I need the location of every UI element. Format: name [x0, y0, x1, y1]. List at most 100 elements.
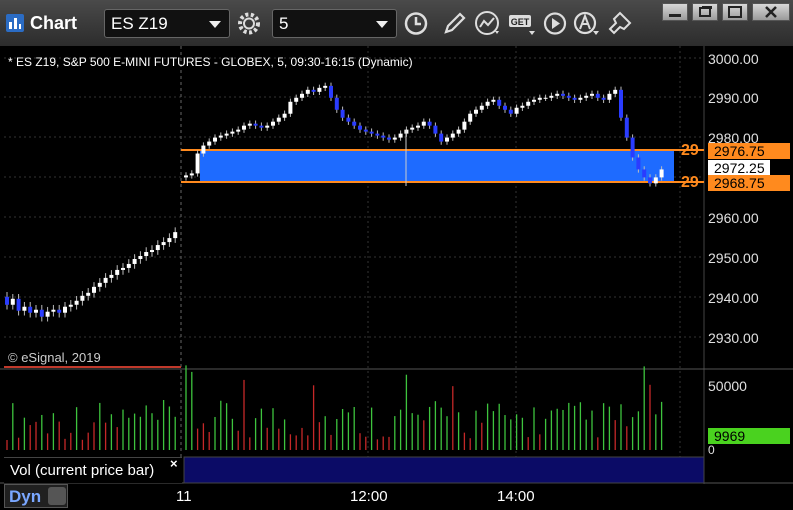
- chevron-down-icon: [376, 21, 388, 28]
- candle-body: [22, 306, 27, 311]
- restore-icon: [699, 6, 712, 17]
- candle-body: [363, 129, 368, 132]
- candle-body: [398, 133, 403, 138]
- candle-body: [242, 125, 246, 130]
- get-icon: GET: [509, 15, 535, 35]
- candle-body: [508, 109, 513, 114]
- candle-body: [630, 137, 635, 158]
- interval-value: 5: [279, 14, 289, 33]
- candle-body: [74, 300, 79, 305]
- candle-body: [51, 309, 56, 312]
- replay-button[interactable]: [540, 9, 570, 38]
- candle-body: [479, 105, 484, 110]
- candle-body: [329, 85, 333, 98]
- price-axis-label: 3000.00: [708, 51, 759, 67]
- candle-body: [427, 121, 432, 126]
- candle-body: [439, 133, 444, 142]
- candle-body: [57, 309, 62, 313]
- candle-body: [624, 117, 629, 138]
- candle-body: [549, 95, 554, 98]
- studies-button[interactable]: [473, 9, 503, 38]
- candle-body: [334, 97, 339, 110]
- volume-axis-label: 50000: [708, 378, 747, 394]
- candle-body: [416, 125, 420, 128]
- candle-body: [201, 145, 206, 154]
- candle-body: [167, 238, 172, 243]
- candle-body: [86, 292, 91, 296]
- candle-body: [173, 232, 178, 239]
- study-icon: [475, 11, 499, 35]
- toolbar: Chart ES Z19 5 GET: [0, 0, 793, 47]
- candle-body: [584, 95, 589, 98]
- upper-side-marker: 29: [681, 142, 699, 159]
- minimize-button[interactable]: [662, 3, 688, 21]
- candle-body: [80, 295, 85, 301]
- price-zone[interactable]: [200, 150, 674, 182]
- settings-button[interactable]: [234, 9, 264, 38]
- dyn-label: Dyn: [9, 487, 42, 506]
- candle-body: [311, 89, 316, 92]
- a-icon: [573, 11, 599, 35]
- candle-body: [503, 105, 507, 110]
- candle-body: [218, 135, 223, 138]
- candle-body: [653, 177, 658, 184]
- candle-body: [358, 125, 362, 130]
- candle-body: [491, 99, 496, 102]
- chart-app-icon: [6, 14, 24, 32]
- candle-body: [5, 296, 9, 305]
- candle-body: [97, 282, 102, 287]
- close-icon[interactable]: ×: [170, 456, 178, 471]
- candle-body: [445, 137, 449, 142]
- candle-body: [375, 133, 380, 136]
- app-title: Chart: [30, 13, 78, 33]
- draw-button[interactable]: [439, 9, 469, 38]
- time-axis-label: 12:00: [350, 488, 388, 505]
- candle-body: [468, 113, 473, 122]
- candle-body: [619, 89, 623, 118]
- candle-body: [613, 89, 618, 94]
- candle-body: [294, 97, 299, 102]
- candle-body: [474, 109, 478, 114]
- candle-body: [265, 125, 270, 128]
- dynamic-toggle[interactable]: Dyn: [4, 484, 68, 508]
- candle-body: [648, 177, 652, 184]
- candle-body: [421, 121, 426, 126]
- candle-body: [543, 97, 548, 99]
- candle-body: [271, 121, 275, 126]
- close-button[interactable]: [752, 3, 790, 21]
- time-button[interactable]: [401, 9, 431, 38]
- price-chart[interactable]: [0, 46, 793, 510]
- candle-body: [595, 93, 600, 98]
- candle-body: [578, 97, 583, 100]
- candle-body: [369, 131, 374, 134]
- candle-body: [132, 258, 137, 264]
- candle-body: [537, 97, 542, 100]
- candle-body: [45, 311, 50, 317]
- candle-body: [305, 89, 310, 94]
- candle-body: [381, 135, 386, 138]
- minimize-icon: [669, 14, 681, 17]
- candle-body: [16, 298, 21, 311]
- maximize-button[interactable]: [722, 3, 748, 21]
- alert-button[interactable]: [571, 9, 601, 38]
- restore-button[interactable]: [692, 3, 718, 21]
- link-button[interactable]: [604, 9, 634, 38]
- get-data-button[interactable]: GET: [507, 9, 537, 38]
- candle-body: [115, 269, 120, 275]
- candle-body: [462, 121, 467, 130]
- price-axis-label: 2950.00: [708, 250, 759, 266]
- symbol-dropdown[interactable]: ES Z19: [104, 9, 230, 38]
- candle-body: [253, 123, 258, 126]
- candle-body: [497, 99, 502, 106]
- interval-dropdown[interactable]: 5: [272, 9, 397, 38]
- candle-body: [607, 93, 612, 100]
- candle-body: [247, 123, 252, 126]
- upper-price-tag: 2976.75: [708, 143, 790, 159]
- play-icon: [543, 12, 567, 35]
- volume-scroll-area[interactable]: [183, 456, 705, 484]
- volume-panel-label[interactable]: Vol (current price bar): [4, 457, 182, 483]
- lock-icon[interactable]: [48, 487, 66, 505]
- candle-body: [10, 298, 15, 305]
- pencil-icon: [444, 12, 466, 34]
- copyright-label: © eSignal, 2019: [8, 350, 101, 365]
